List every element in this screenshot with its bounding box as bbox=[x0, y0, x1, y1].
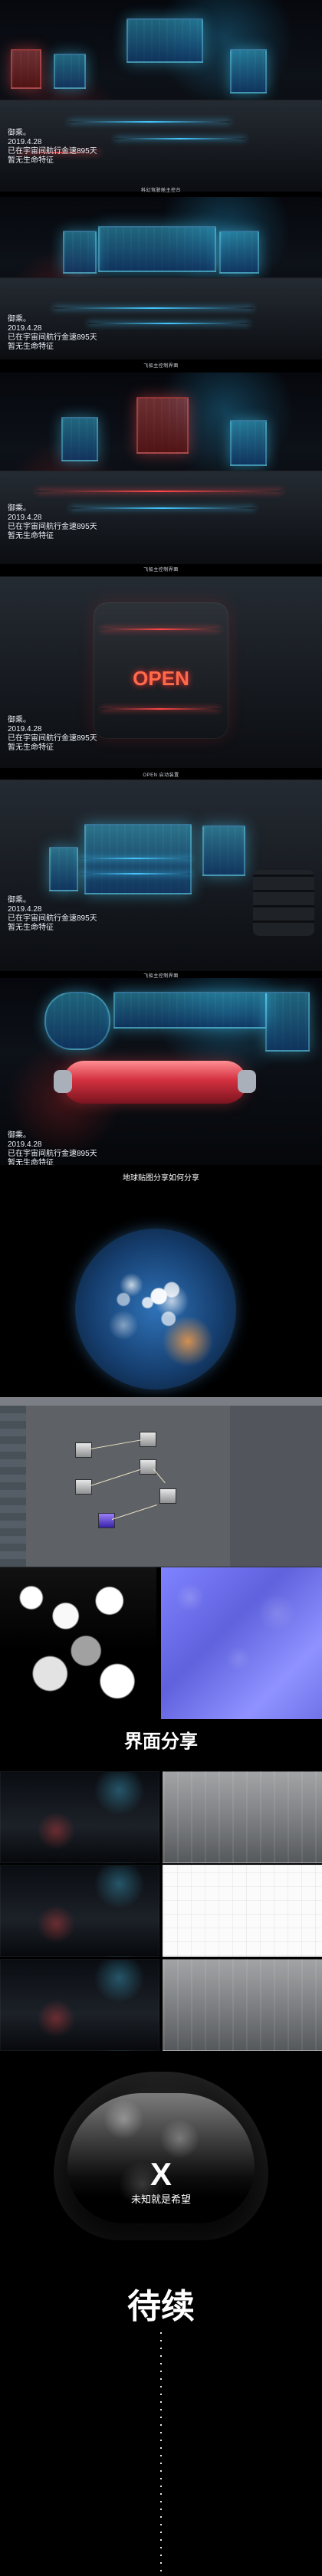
earth-caption: 地球贴图分享如何分享 bbox=[123, 1174, 199, 1183]
thumb-3 bbox=[0, 1865, 159, 1957]
overlay-title-6: 御乘。 bbox=[8, 1131, 31, 1140]
node-2 bbox=[75, 1479, 92, 1495]
overlay-life-sign-4: 暂无生命特征 bbox=[8, 743, 54, 752]
cockpit-shot-1: 御乘。 2019.4.28 已在宇宙间航行金速895天 暂无生命特征 bbox=[0, 0, 322, 192]
earth-globe bbox=[75, 1229, 236, 1390]
node-1 bbox=[75, 1442, 92, 1458]
overlay-date-6: 2019.4.28 bbox=[8, 1140, 42, 1149]
close-icon: X bbox=[150, 2156, 172, 2192]
cylinder-shot: 御乘。 2019.4.28 已在宇宙间航行金速895天 暂无生命特征 bbox=[0, 978, 322, 1165]
helmet-subtitle: 未知就是希望 bbox=[130, 2194, 191, 2205]
overlay-status-3: 已在宇宙间航行金速895天 bbox=[8, 523, 97, 531]
node-3 bbox=[140, 1432, 156, 1447]
thumb-2 bbox=[163, 1771, 322, 1863]
caption-1: 科幻驾驶舱主控台 bbox=[140, 189, 181, 193]
overlay-life-sign: 暂无生命特征 bbox=[8, 156, 54, 165]
thumb-5 bbox=[0, 1959, 159, 2051]
interface-share-title: 界面分享 bbox=[124, 1731, 198, 1752]
cockpit-shot-3: 御乘。 2019.4.28 已在宇宙间航行金速895天 暂无生命特征 bbox=[0, 372, 322, 564]
overlay-title-5: 御乘。 bbox=[8, 896, 31, 904]
flight-info-overlay-2: 御乘。 2019.4.28 已在宇宙间航行金速895天 暂无生命特征 bbox=[8, 315, 97, 352]
overlay-date-4: 2019.4.28 bbox=[8, 725, 42, 733]
node-4 bbox=[140, 1459, 156, 1475]
overlay-title-4: 御乘。 bbox=[8, 716, 31, 724]
flight-info-overlay-6: 御乘。 2019.4.28 已在宇宙间航行金速895天 暂无生命特征 bbox=[8, 1131, 97, 1165]
overlay-title-2: 御乘。 bbox=[8, 315, 31, 323]
open-device-shot: OPEN 御乘。 2019.4.28 已在宇宙间航行金速895天 暂无生命特征 bbox=[0, 576, 322, 768]
editor-toolbar bbox=[0, 1398, 322, 1406]
helmet-section: X 未知就是希望 bbox=[0, 2072, 322, 2240]
overlay-life-sign-3: 暂无生命特征 bbox=[8, 532, 54, 540]
cockpit-shot-2: 御乘。 2019.4.28 已在宇宙间航行金速895天 暂无生命特征 bbox=[0, 197, 322, 359]
dotted-divider bbox=[160, 2332, 162, 2576]
overlay-date-2: 2019.4.28 bbox=[8, 324, 42, 333]
material-editor-window bbox=[0, 1397, 322, 1567]
overlay-life-sign-6: 暂无生命特征 bbox=[8, 1159, 54, 1165]
overlay-status-2: 已在宇宙间航行金速895天 bbox=[8, 333, 97, 342]
overlay-date-5: 2019.4.28 bbox=[8, 905, 42, 914]
editor-left-panel bbox=[0, 1406, 26, 1567]
flight-info-overlay-4: 御乘。 2019.4.28 已在宇宙间航行金速895天 暂无生命特征 bbox=[8, 716, 97, 753]
side-display-left bbox=[54, 54, 86, 89]
overlay-status-4: 已在宇宙间航行金速895天 bbox=[8, 734, 97, 743]
editor-right-panel bbox=[230, 1406, 322, 1567]
overlay-date: 2019.4.28 bbox=[8, 138, 42, 146]
to-be-continued-title: 待续 bbox=[127, 2288, 195, 2325]
overlay-life-sign-2: 暂无生命特征 bbox=[8, 343, 54, 351]
dashboard-shot: 御乘。 2019.4.28 已在宇宙间航行金速895天 暂无生命特征 bbox=[0, 779, 322, 971]
overlay-title: 御乘。 bbox=[8, 129, 31, 137]
cloud-texture-bw bbox=[0, 1567, 156, 1719]
caption-3: 飞船主控制界面 bbox=[143, 568, 179, 573]
overlay-life-sign-5: 暂无生命特征 bbox=[8, 924, 54, 932]
overlay-title-3: 御乘。 bbox=[8, 504, 31, 513]
thumb-6 bbox=[163, 1959, 322, 2051]
red-display bbox=[11, 49, 41, 89]
overlay-date-3: 2019.4.28 bbox=[8, 514, 42, 522]
overlay-status-6: 已在宇宙间航行金速895天 bbox=[8, 1150, 97, 1158]
node-5 bbox=[159, 1488, 176, 1504]
flight-info-overlay-3: 御乘。 2019.4.28 已在宇宙间航行金速895天 暂无生命特征 bbox=[8, 504, 97, 541]
normal-map-blue bbox=[161, 1567, 322, 1719]
node-6 bbox=[98, 1513, 115, 1528]
flight-info-overlay: 御乘。 2019.4.28 已在宇宙间航行金速895天 暂无生命特征 bbox=[8, 129, 97, 166]
thumb-4 bbox=[163, 1865, 322, 1957]
side-display-right bbox=[230, 49, 267, 94]
flight-info-overlay-5: 御乘。 2019.4.28 已在宇宙间航行金速895天 暂无生命特征 bbox=[8, 896, 97, 933]
overlay-status-5: 已在宇宙间航行金速895天 bbox=[8, 914, 97, 923]
main-display bbox=[127, 18, 203, 63]
overlay-status: 已在宇宙间航行金速895天 bbox=[8, 147, 97, 156]
thumb-1 bbox=[0, 1771, 159, 1863]
caption-4: OPEN 启动装置 bbox=[143, 773, 179, 778]
caption-2: 飞船主控制界面 bbox=[143, 364, 179, 369]
open-label: OPEN bbox=[133, 667, 189, 690]
